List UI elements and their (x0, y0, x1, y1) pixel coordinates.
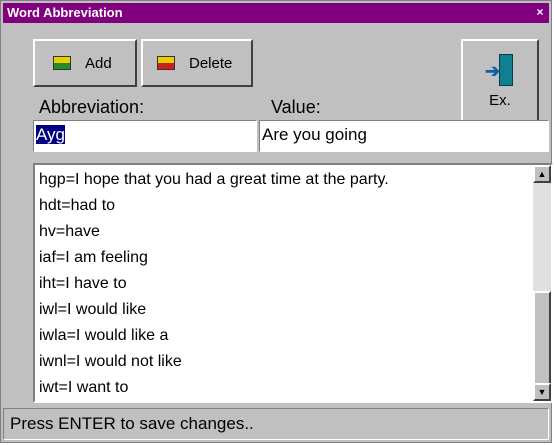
title-bar[interactable]: Word Abbreviation × (3, 3, 549, 23)
delete-button[interactable]: Delete (141, 39, 253, 87)
value-input[interactable]: Are you going (259, 120, 549, 152)
list-item[interactable]: iwla=I would like a (39, 323, 531, 349)
abbreviation-input[interactable]: Ayg (33, 120, 257, 152)
scroll-up-icon[interactable]: ▲ (533, 165, 551, 183)
abbreviation-input-text: Ayg (36, 125, 65, 144)
scroll-down-icon[interactable]: ▼ (533, 383, 551, 401)
add-icon (53, 56, 71, 70)
list-item[interactable]: hdt=had to (39, 193, 531, 219)
delete-button-label: Delete (189, 54, 233, 72)
list-scrollbar[interactable]: ▲ ▼ (533, 165, 551, 401)
exit-button-label: Ex. (489, 91, 511, 109)
add-button-label: Add (85, 54, 112, 72)
exit-button[interactable]: ➔ Ex. (461, 39, 539, 123)
list-item[interactable]: iwt=I want to (39, 375, 531, 401)
list-item[interactable]: iwl=I would like (39, 297, 531, 323)
abbreviation-label: Abbreviation: (39, 97, 145, 117)
status-bar: Press ENTER to save changes.. (3, 408, 549, 440)
exit-door-icon: ➔ (485, 53, 515, 86)
window-title: Word Abbreviation (7, 5, 123, 20)
value-input-text: Are you going (262, 125, 367, 144)
list-item[interactable]: hgp=I hope that you had a great time at … (39, 167, 531, 193)
list-item[interactable]: hv=have (39, 219, 531, 245)
add-button[interactable]: Add (33, 39, 137, 87)
list-item[interactable]: iwnl=I would not like (39, 349, 531, 375)
list-item[interactable]: iht=I have to (39, 271, 531, 297)
delete-icon (157, 56, 175, 70)
value-label: Value: (271, 97, 321, 117)
word-abbreviation-window: Word Abbreviation × Add Delete ➔ Ex. Abb… (0, 0, 553, 443)
close-icon[interactable]: × (533, 6, 547, 19)
scrollbar-thumb[interactable] (533, 291, 551, 387)
list-item[interactable]: iaf=I am feeling (39, 245, 531, 271)
abbreviation-list[interactable]: hgp=I hope that you had a great time at … (33, 163, 553, 403)
